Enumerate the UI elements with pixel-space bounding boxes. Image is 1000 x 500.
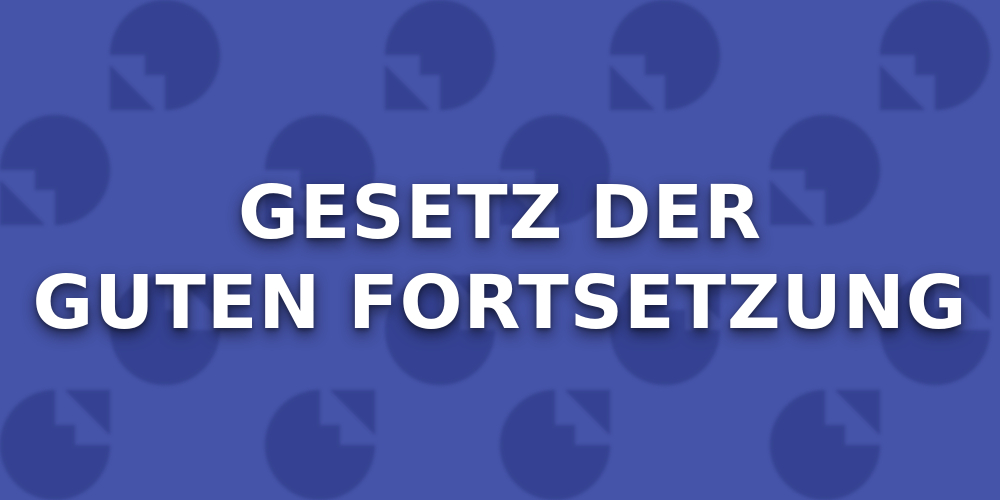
circle-arrow-icon [500, 390, 610, 500]
headline-line-2: GUTEN FORTSETZUNG [32, 260, 968, 346]
circle-arrow-icon [880, 0, 990, 110]
circle-arrow-icon [610, 0, 720, 110]
headline-line-1: GESETZ DER [238, 170, 762, 256]
circle-arrow-icon [110, 0, 220, 110]
circle-arrow-icon [385, 0, 495, 110]
circle-arrow-icon [265, 390, 375, 500]
circle-arrow-icon [770, 390, 880, 500]
circle-arrow-icon [0, 390, 110, 500]
headline: GESETZ DER GUTEN FORTSETZUNG [0, 168, 1000, 348]
